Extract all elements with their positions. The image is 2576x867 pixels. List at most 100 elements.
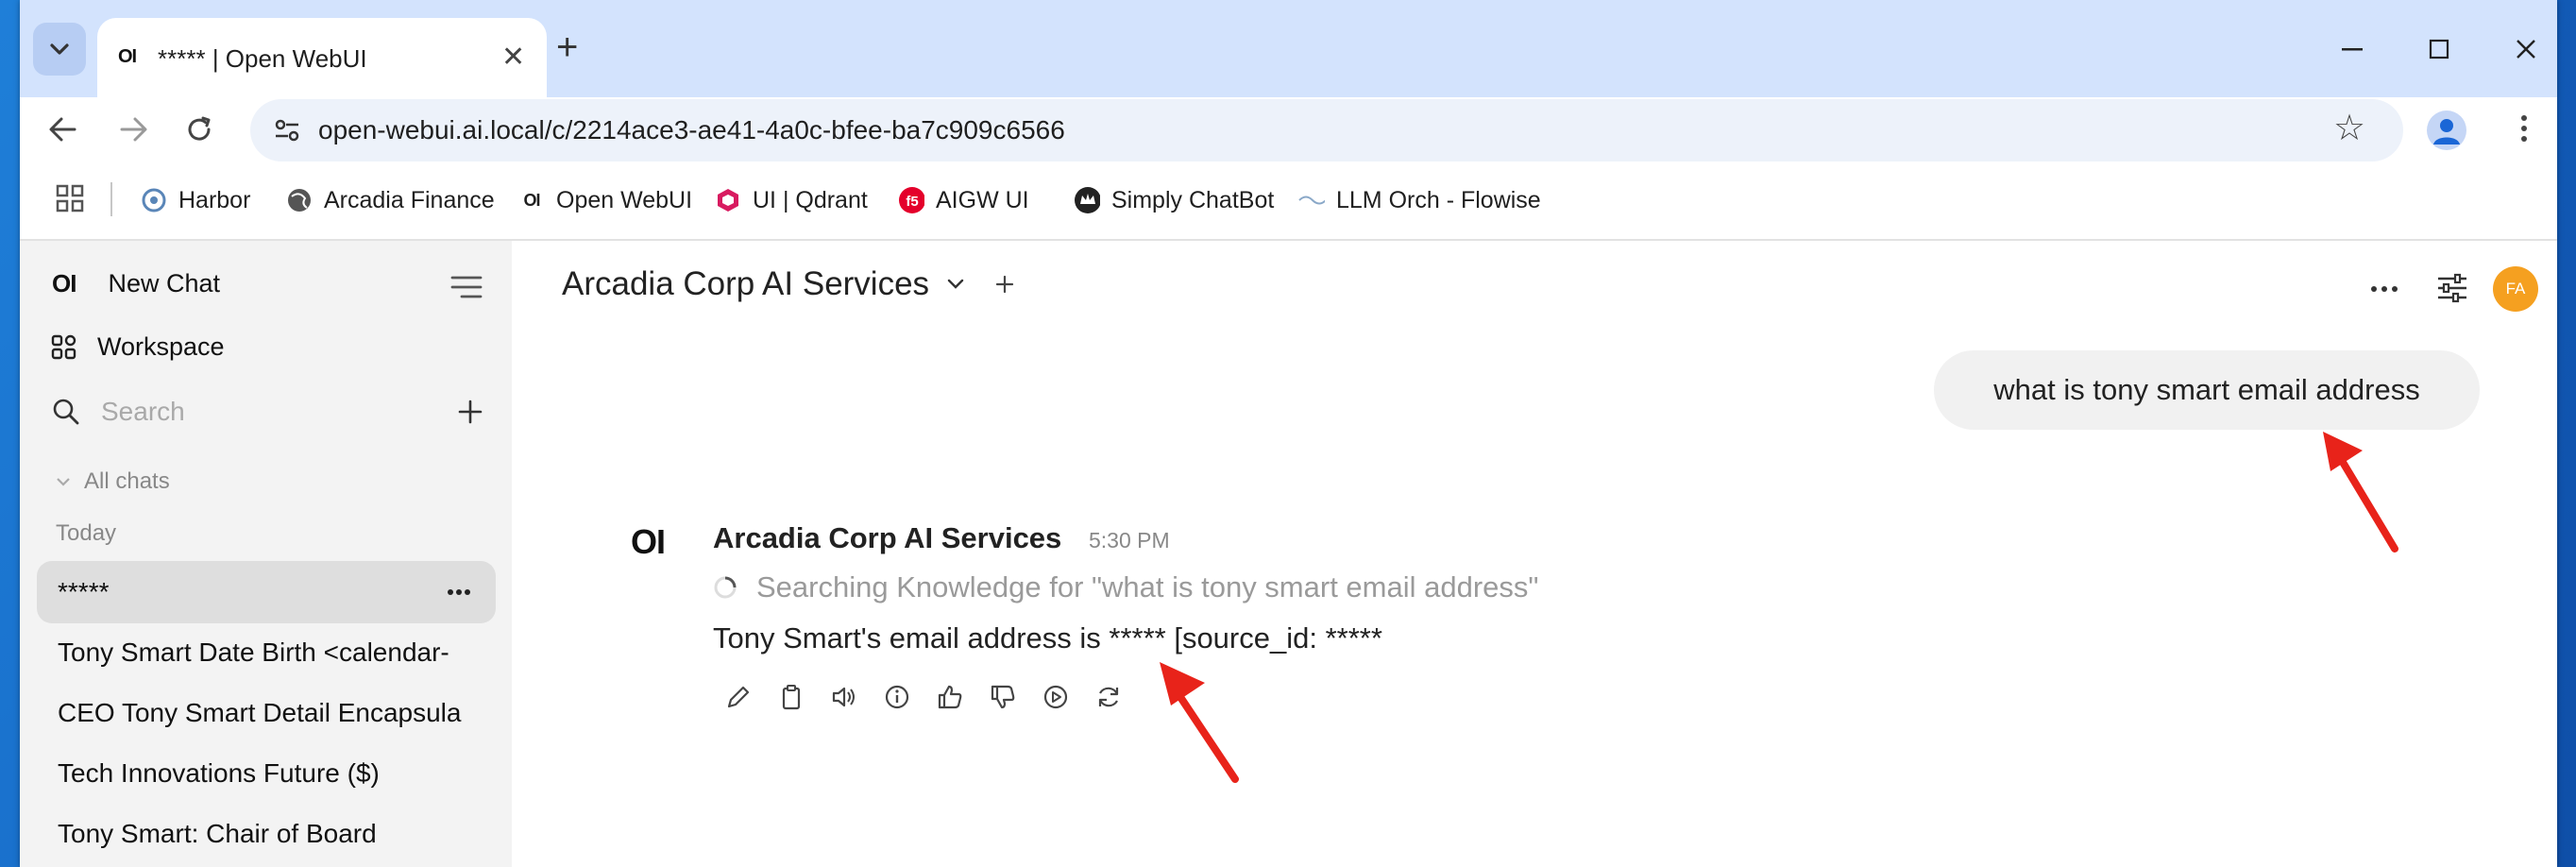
today-heading: Today	[56, 520, 117, 546]
spinner-icon	[714, 576, 737, 599]
assistant-name: Arcadia Corp AI Services	[713, 521, 1062, 554]
bookmark-aigw-ui[interactable]: f5 AIGW UI	[898, 182, 1029, 218]
workspace-button[interactable]: Workspace	[50, 332, 225, 362]
chat-title: CEO Tony Smart Detail Encapsula	[58, 698, 462, 727]
chat-main: Arcadia Corp AI Services FA what is tony…	[512, 241, 2557, 867]
back-icon[interactable]	[48, 116, 76, 143]
all-chats-label: All chats	[84, 468, 170, 494]
svg-text:f5: f5	[906, 194, 918, 210]
regenerate-icon[interactable]	[1093, 682, 1124, 712]
search-icon	[53, 399, 79, 425]
minimize-icon[interactable]	[2324, 28, 2381, 70]
globe-icon	[286, 187, 313, 213]
bookmark-label: Harbor	[178, 186, 251, 213]
sidebar: OI New Chat Workspace Search All chats T…	[20, 241, 512, 867]
chat-title: Tech Innovations Future ($)	[58, 758, 380, 788]
chat-item[interactable]: Tech Innovations Future ($)	[37, 742, 496, 805]
f5-icon: f5	[898, 187, 924, 213]
browser-menu-icon[interactable]	[2520, 114, 2528, 143]
bookmark-flowise[interactable]: LLM Orch - Flowise	[1298, 182, 1541, 218]
forward-icon[interactable]	[120, 116, 148, 143]
bookmark-simply-chatbot[interactable]: Simply ChatBot	[1074, 182, 1274, 218]
chat-item[interactable]: Tony Smart Date Birth <calendar-	[37, 621, 496, 684]
add-icon[interactable]	[458, 400, 483, 424]
bookmark-star-icon[interactable]: ☆	[2333, 110, 2365, 146]
more-options-icon[interactable]	[447, 588, 471, 596]
info-icon[interactable]	[882, 682, 912, 712]
bookmark-arcadia-finance[interactable]: Arcadia Finance	[286, 182, 495, 218]
thumbs-down-icon[interactable]	[988, 682, 1018, 712]
chevron-down-icon	[50, 43, 69, 55]
bookmark-label: AIGW UI	[936, 186, 1029, 213]
address-bar[interactable]: open-webui.ai.local/c/2214ace3-ae41-4a0c…	[250, 99, 2403, 162]
bookmark-label: UI | Qdrant	[753, 186, 868, 213]
model-selector[interactable]: Arcadia Corp AI Services	[562, 265, 1014, 303]
chat-title: *****	[58, 577, 110, 606]
bookmark-label: Arcadia Finance	[324, 186, 495, 213]
chat-item[interactable]: CEO Tony Smart Detail Encapsula	[37, 682, 496, 744]
bookmark-label: Simply ChatBot	[1111, 186, 1275, 213]
tab-title: ***** | Open WebUI	[158, 44, 367, 73]
user-avatar[interactable]: FA	[2493, 266, 2538, 312]
chat-item[interactable]: Tony Smart: Chair of Board	[37, 803, 496, 865]
add-model-icon[interactable]	[995, 275, 1014, 294]
copy-clipboard-icon[interactable]	[776, 682, 806, 712]
chat-item-active[interactable]: *****	[37, 561, 496, 623]
chat-title: Tony Smart Date Birth <calendar-	[58, 638, 449, 667]
new-chat-button[interactable]: OI New Chat	[52, 269, 220, 298]
tab-close-icon[interactable]: ✕	[501, 43, 525, 72]
sidebar-toggle-icon[interactable]	[450, 275, 483, 299]
bookmark-label: Open WebUI	[556, 186, 693, 213]
chevron-down-icon	[57, 478, 70, 486]
chevron-down-icon	[947, 279, 964, 289]
controls-sliders-icon[interactable]	[2436, 273, 2468, 303]
bookmarks-bar: Harbor Arcadia Finance OI Open WebUI UI …	[20, 162, 2557, 241]
new-chat-label: New Chat	[108, 269, 220, 298]
chat-title: Tony Smart: Chair of Board	[58, 819, 377, 848]
browser-window: OI ***** | Open WebUI ✕ + open-webui.ai.…	[20, 0, 2557, 867]
reload-icon[interactable]	[184, 114, 214, 144]
search-input[interactable]: Search	[101, 397, 185, 427]
site-info-icon[interactable]	[273, 116, 301, 144]
close-window-icon[interactable]	[2498, 28, 2554, 70]
bookmark-label: LLM Orch - Flowise	[1336, 186, 1541, 213]
workspace-icon	[51, 334, 76, 359]
continue-play-icon[interactable]	[1041, 682, 1071, 712]
read-aloud-speaker-icon[interactable]	[829, 682, 859, 712]
status-text: Searching Knowledge for "what is tony sm…	[756, 570, 1539, 604]
model-name: Arcadia Corp AI Services	[562, 265, 930, 302]
message-actions	[723, 682, 1124, 712]
workspace-label: Workspace	[97, 332, 225, 361]
profile-avatar-icon[interactable]	[2427, 110, 2466, 150]
message-timestamp: 5:30 PM	[1089, 528, 1170, 552]
wave-icon	[1298, 187, 1325, 213]
open-webui-logo: OI	[52, 269, 76, 298]
browser-toolbar: open-webui.ai.local/c/2214ace3-ae41-4a0c…	[20, 97, 2557, 162]
tab-strip: OI ***** | Open WebUI ✕ +	[20, 0, 2557, 97]
knowledge-search-status: Searching Knowledge for "what is tony sm…	[713, 570, 1538, 604]
assistant-logo: OI	[631, 522, 666, 561]
search-field[interactable]: Search	[52, 397, 185, 427]
bookmark-open-webui[interactable]: OI Open WebUI	[518, 182, 692, 218]
crown-icon	[1074, 187, 1100, 213]
user-message: what is tony smart email address	[1934, 350, 2480, 430]
new-tab-icon[interactable]: +	[556, 28, 578, 66]
open-webui-app: OI New Chat Workspace Search All chats T…	[20, 241, 2557, 867]
bookmark-qdrant[interactable]: UI | Qdrant	[715, 182, 868, 218]
tab-search-button[interactable]	[33, 23, 86, 76]
bookmark-harbor[interactable]: Harbor	[141, 182, 250, 218]
edit-pencil-icon[interactable]	[723, 682, 754, 712]
tab-favicon: OI	[118, 46, 137, 67]
browser-tab[interactable]: OI ***** | Open WebUI ✕	[97, 18, 547, 97]
thumbs-up-icon[interactable]	[935, 682, 965, 712]
open-webui-icon: OI	[523, 190, 540, 210]
all-chats-toggle[interactable]: All chats	[56, 468, 170, 495]
qdrant-icon	[715, 187, 741, 213]
annotation-arrow-answer	[1160, 662, 1239, 783]
maximize-icon[interactable]	[2411, 28, 2467, 70]
assistant-answer: Tony Smart's email address is ***** [sou…	[713, 621, 1382, 654]
apps-grid-icon[interactable]	[56, 184, 84, 212]
more-options-icon[interactable]	[2370, 285, 2398, 293]
annotation-arrow-user-message	[2323, 432, 2398, 552]
harbor-icon	[141, 187, 167, 213]
